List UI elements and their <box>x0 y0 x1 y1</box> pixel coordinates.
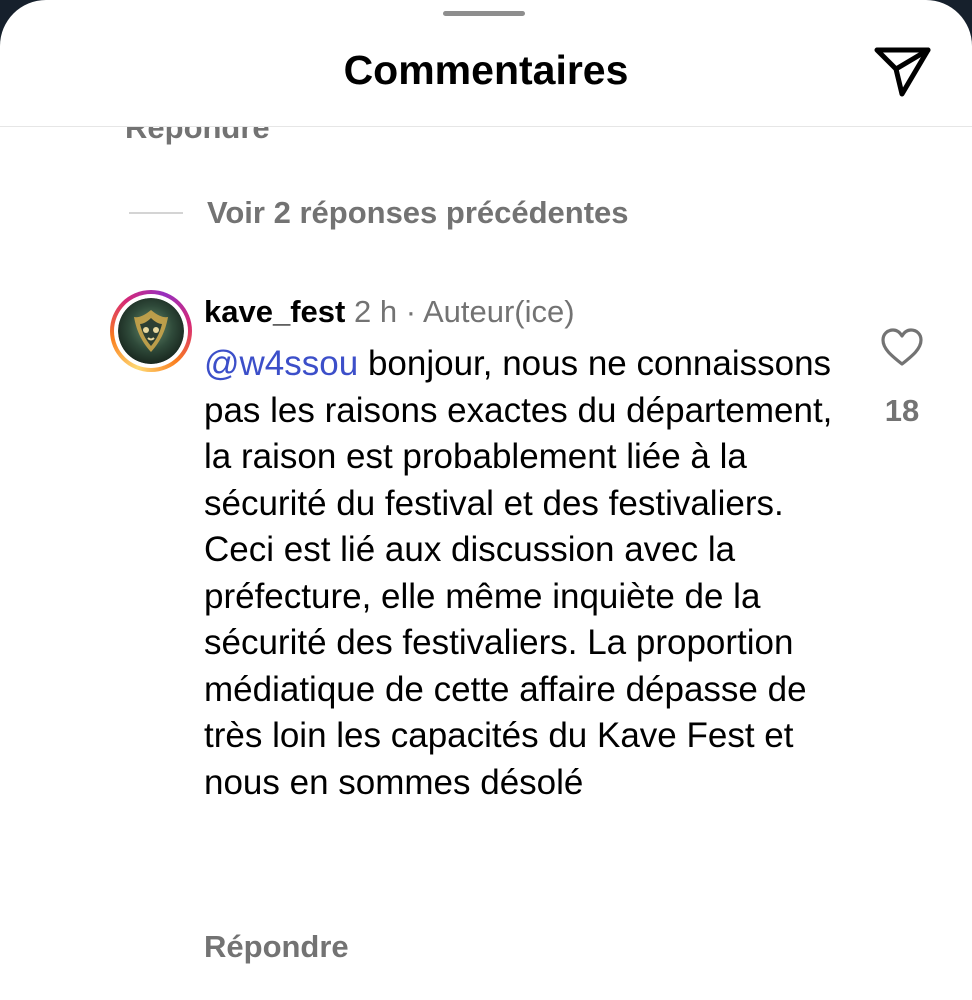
paper-plane-icon <box>874 47 931 97</box>
heart-outline-icon <box>881 328 923 366</box>
reply-button[interactable]: Répondre <box>204 925 349 969</box>
avatar-story-ring[interactable] <box>110 290 192 372</box>
previous-reply-button[interactable]: Répondre <box>125 127 270 148</box>
like-button[interactable] <box>880 327 924 367</box>
comment-header: kave_fest 2 h · Auteur(ice) <box>204 292 575 332</box>
like-count: 18 <box>884 393 920 428</box>
comment-list[interactable]: Répondre Voir 2 réponses précédentes kav… <box>0 127 972 1000</box>
avatar <box>118 298 184 364</box>
view-previous-replies-label: Voir 2 réponses précédentes <box>207 195 629 230</box>
drag-handle[interactable] <box>443 11 525 16</box>
mention-link[interactable]: @w4ssou <box>204 344 358 383</box>
author-tag: Auteur(ice) <box>422 294 575 329</box>
view-previous-replies-button[interactable]: Voir 2 réponses précédentes <box>129 191 629 235</box>
comments-sheet: Commentaires Répondre Voir 2 réponses pr… <box>0 0 972 1000</box>
thread-line <box>129 212 183 214</box>
share-button[interactable] <box>872 42 932 102</box>
comment-username[interactable]: kave_fest <box>204 294 345 329</box>
comment-message: bonjour, nous ne connaissons pas les rai… <box>204 344 833 802</box>
comment-text: @w4ssou bonjour, nous ne connaissons pas… <box>204 341 844 806</box>
sheet-title: Commentaires <box>343 47 629 93</box>
comment-time: 2 h <box>353 294 398 329</box>
meta-separator: · <box>405 294 417 329</box>
